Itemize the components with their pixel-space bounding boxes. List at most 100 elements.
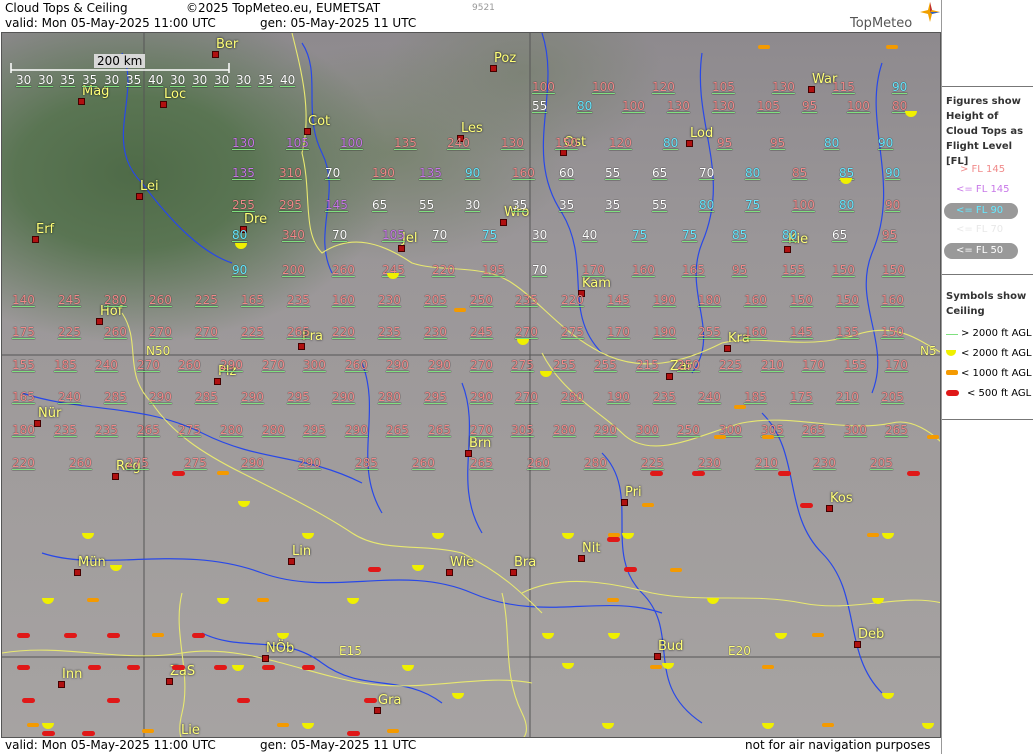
cloud-top-value: 305 — [511, 423, 534, 437]
cloud-top-value: 265 — [802, 423, 825, 437]
cloud-top-value: 130 — [772, 80, 795, 94]
cloud-top-value: 95 — [732, 263, 748, 277]
city-marker — [298, 343, 305, 350]
cloud-top-value: 90 — [232, 263, 248, 277]
city-label: Poz — [494, 51, 517, 66]
cloud-top-value: 120 — [609, 136, 632, 150]
cloud-top-value: 70 — [699, 166, 715, 180]
footer-generation-time: gen: 05-May-2025 11 UTC — [260, 738, 417, 752]
city-label: Lei — [140, 179, 159, 194]
cloud-top-value: 55 — [605, 166, 621, 180]
city-marker — [446, 569, 453, 576]
topmeteo-logo: TopMeteo — [850, 16, 913, 31]
city-label: Cot — [308, 114, 331, 129]
city-marker — [58, 681, 65, 688]
cloud-top-value: 65 — [372, 198, 388, 212]
ceiling-below-500-symbol — [778, 471, 791, 476]
header-bar: Cloud Tops & Ceiling ©2025 TopMeteo.eu, … — [0, 0, 940, 32]
city-label: Wie — [450, 555, 475, 570]
cloud-top-value: 40 — [148, 73, 164, 87]
cloud-top-value: 80 — [232, 228, 248, 242]
cloud-top-value: 220 — [432, 263, 455, 277]
cloud-top-value: 85 — [732, 228, 748, 242]
cloud-top-value: 195 — [482, 263, 505, 277]
legend-fl-item: <= FL 50 — [956, 245, 1004, 256]
legend-divider — [942, 274, 1033, 275]
ceiling-below-1000-symbol — [734, 405, 746, 409]
ceiling-below-500-symbol — [42, 731, 55, 736]
cloud-top-value: 205 — [870, 456, 893, 470]
city-label: Mün — [78, 555, 106, 570]
cloud-top-value: 255 — [594, 358, 617, 372]
ceiling-below-1000-symbol — [152, 633, 164, 637]
cloud-top-value: 295 — [424, 390, 447, 404]
cloud-top-value: 265 — [885, 423, 908, 437]
cloud-top-value: 265 — [137, 423, 160, 437]
ceiling-below-1000-symbol — [714, 435, 726, 439]
cloud-top-value: 270 — [470, 423, 493, 437]
cloud-top-value: 290 — [332, 390, 355, 404]
legend-fl-item: <= FL 90 — [956, 205, 1004, 216]
cloud-top-value: 260 — [527, 456, 550, 470]
cloud-top-value: 220 — [561, 293, 584, 307]
cloud-top-value: 30 — [104, 73, 120, 87]
cloud-top-value: 55 — [419, 198, 435, 212]
cloud-top-value: 150 — [790, 293, 813, 307]
orange-bar-icon — [946, 370, 958, 375]
cloud-top-value: 235 — [653, 390, 676, 404]
cloud-top-value: 155 — [12, 358, 35, 372]
cloud-top-value: 175 — [12, 325, 35, 339]
cloud-top-value: 255 — [553, 358, 576, 372]
cloud-top-value: 225 — [719, 358, 742, 372]
cloud-top-value: 95 — [882, 228, 898, 242]
cloud-top-value: 80 — [824, 136, 840, 150]
ceiling-below-1000-symbol — [277, 723, 289, 727]
cloud-top-value: 85 — [792, 166, 808, 180]
ceiling-below-1000-symbol — [867, 533, 879, 537]
city-label: Les — [461, 121, 483, 136]
ceiling-below-500-symbol — [107, 633, 120, 638]
cloud-top-value: 190 — [653, 325, 676, 339]
ceiling-below-500-symbol — [262, 665, 275, 670]
city-label: Pri — [625, 485, 642, 500]
cloud-top-value: 245 — [470, 325, 493, 339]
city-marker — [166, 678, 173, 685]
cloud-top-value: 70 — [432, 228, 448, 242]
cloud-top-value: 260 — [345, 358, 368, 372]
cloud-top-value: 265 — [386, 423, 409, 437]
cloud-top-value: 35 — [258, 73, 274, 87]
grid-label: E20 — [728, 644, 751, 658]
legend-divider — [942, 419, 1033, 420]
cloud-top-value: 165 — [241, 293, 264, 307]
cloud-top-value: 230 — [813, 456, 836, 470]
cloud-top-value: 145 — [607, 293, 630, 307]
ceiling-below-1000-symbol — [670, 568, 682, 572]
cloud-top-value: 205 — [424, 293, 447, 307]
ceiling-below-1000-symbol — [758, 45, 770, 49]
cloud-top-value: 230 — [424, 325, 447, 339]
cloud-top-value: 130 — [501, 136, 524, 150]
graticule-lines — [2, 33, 940, 737]
cloud-top-value: 160 — [632, 263, 655, 277]
ceiling-below-1000-symbol — [822, 723, 834, 727]
ceiling-below-500-symbol — [692, 471, 705, 476]
cloud-top-value: 260 — [178, 358, 201, 372]
cloud-top-value: 280 — [553, 423, 576, 437]
cloud-top-value: 250 — [677, 358, 700, 372]
cloud-top-value: 285 — [104, 390, 127, 404]
city-label: Ber — [216, 37, 239, 52]
cloud-top-value: 190 — [653, 293, 676, 307]
cloud-top-value: 120 — [652, 80, 675, 94]
cloud-top-value: 290 — [241, 456, 264, 470]
cloud-top-value: 310 — [279, 166, 302, 180]
ceiling-below-500-symbol — [364, 698, 377, 703]
cloud-top-value: 260 — [332, 263, 355, 277]
ceiling-below-500-symbol — [368, 567, 381, 572]
city-marker — [304, 128, 311, 135]
ceiling-below-1000-symbol — [607, 598, 619, 602]
cloud-top-value: 270 — [149, 325, 172, 339]
cloud-top-value: 150 — [882, 263, 905, 277]
city-marker — [96, 318, 103, 325]
cloud-top-value: 290 — [428, 358, 451, 372]
cloud-top-value: 295 — [287, 390, 310, 404]
